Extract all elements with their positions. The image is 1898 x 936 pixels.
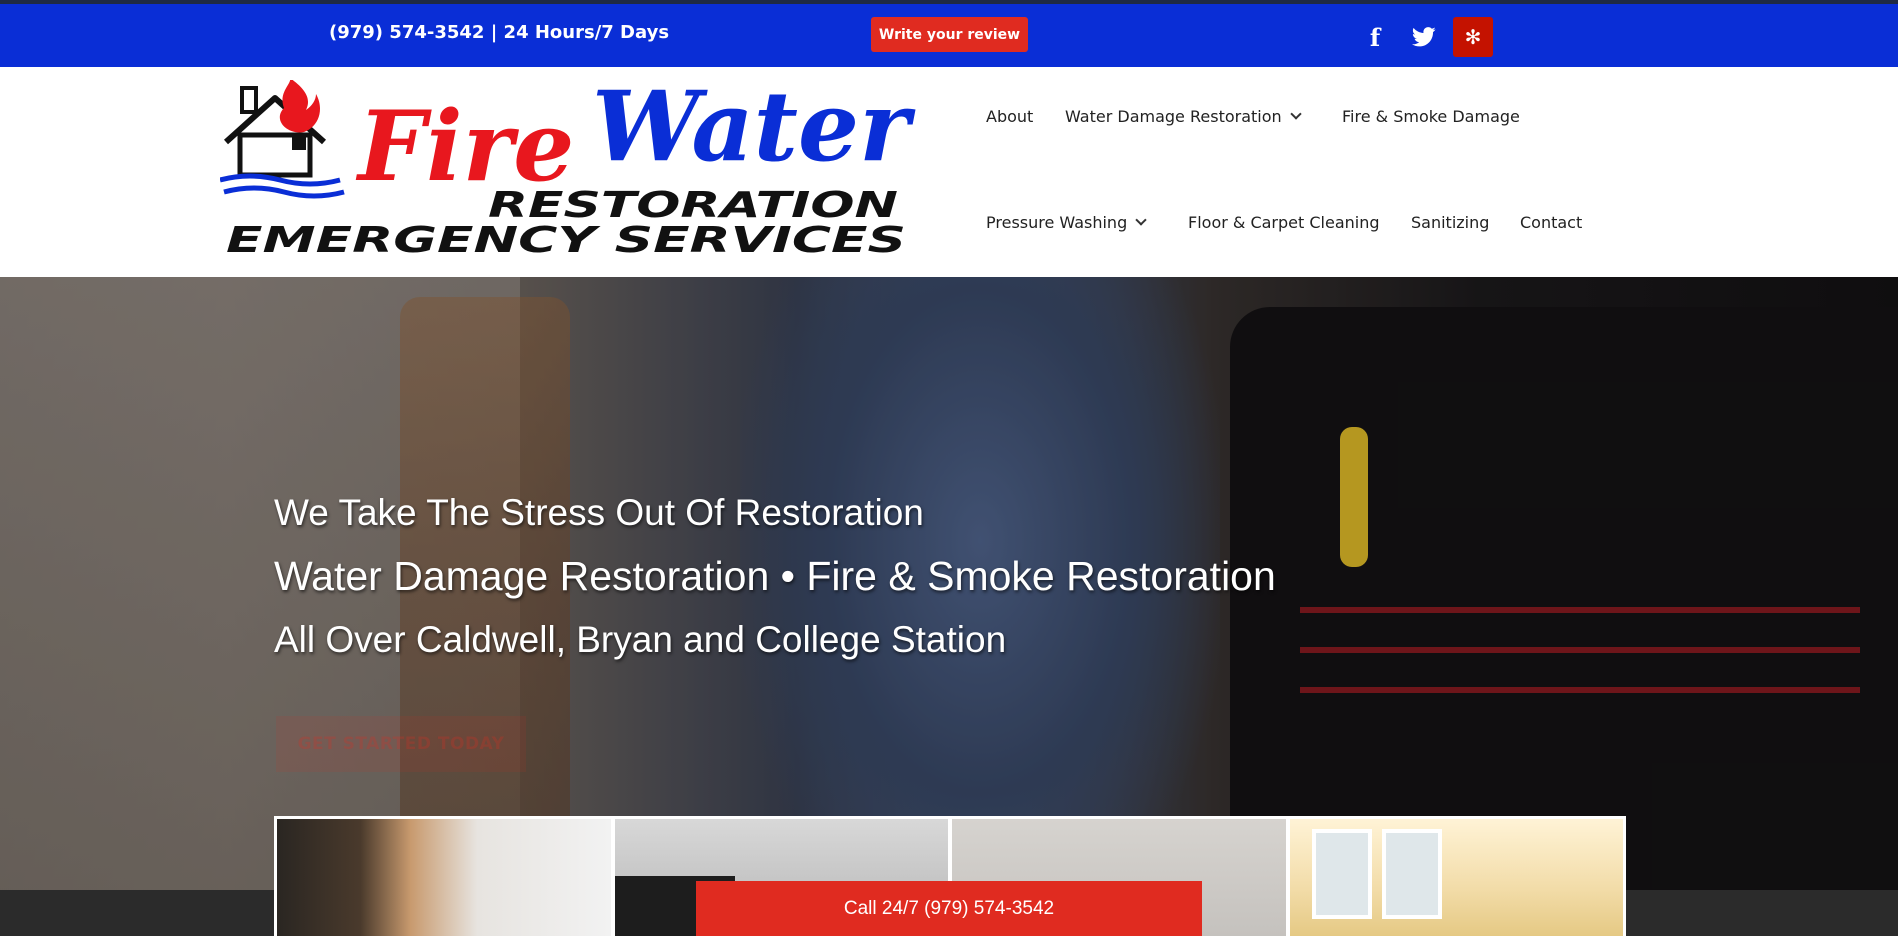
call-now-button[interactable]: Call 24/7 (979) 574-3542 xyxy=(696,881,1202,936)
service-tile-interior[interactable] xyxy=(1289,819,1623,936)
nav-pressure-washing[interactable]: Pressure Washing xyxy=(986,213,1147,232)
nav-pressure-washing-label: Pressure Washing xyxy=(986,213,1128,232)
tile-window-image xyxy=(1381,829,1442,919)
twitter-icon[interactable] xyxy=(1404,17,1444,57)
nav-fire-smoke[interactable]: Fire & Smoke Damage xyxy=(1342,107,1520,126)
write-review-button[interactable]: Write your review xyxy=(871,17,1028,52)
logo-emergency-text: EMERGENCY SERVICES xyxy=(226,220,906,260)
nav-about-label: About xyxy=(986,107,1034,126)
nav-contact-label: Contact xyxy=(1520,213,1583,232)
nav-about[interactable]: About xyxy=(986,107,1033,126)
site-header: Fire Water RESTORATION EMERGENCY SERVICE… xyxy=(0,67,1898,277)
nav-water-damage-label: Water Damage Restoration xyxy=(1065,107,1282,126)
hero-services: Water Damage Restoration • Fire & Smoke … xyxy=(274,553,1276,599)
get-started-button[interactable]: GET STARTED TODAY xyxy=(276,716,526,772)
nav-sanitizing[interactable]: Sanitizing xyxy=(1411,213,1489,232)
facebook-icon[interactable]: f xyxy=(1355,17,1395,57)
house-icon xyxy=(219,78,345,199)
nav-floor-carpet[interactable]: Floor & Carpet Cleaning xyxy=(1188,213,1380,232)
chevron-down-icon xyxy=(1135,214,1147,226)
tile-window-image xyxy=(1311,829,1372,919)
hero-service-area: All Over Caldwell, Bryan and College Sta… xyxy=(274,619,1007,660)
firewater-logo[interactable]: Fire Water RESTORATION EMERGENCY SERVICE… xyxy=(219,70,925,261)
service-tile-water-damage[interactable] xyxy=(277,819,611,936)
logo-water-text: Water xyxy=(592,80,916,183)
nav-contact[interactable]: Contact xyxy=(1520,213,1582,232)
nav-sanitizing-label: Sanitizing xyxy=(1411,213,1490,232)
phone-hours[interactable]: (979) 574-3542 | 24 Hours/7 Days xyxy=(329,22,669,43)
yelp-icon[interactable]: ✻ xyxy=(1453,17,1493,57)
chevron-down-icon xyxy=(1289,108,1302,120)
top-bar: (979) 574-3542 | 24 Hours/7 Days Write y… xyxy=(0,0,1898,67)
nav-water-damage[interactable]: Water Damage Restoration xyxy=(1065,107,1302,126)
nav-fire-smoke-label: Fire & Smoke Damage xyxy=(1342,107,1520,126)
nav-floor-carpet-label: Floor & Carpet Cleaning xyxy=(1188,213,1380,232)
hero-tagline: We Take The Stress Out Of Restoration xyxy=(274,492,924,533)
